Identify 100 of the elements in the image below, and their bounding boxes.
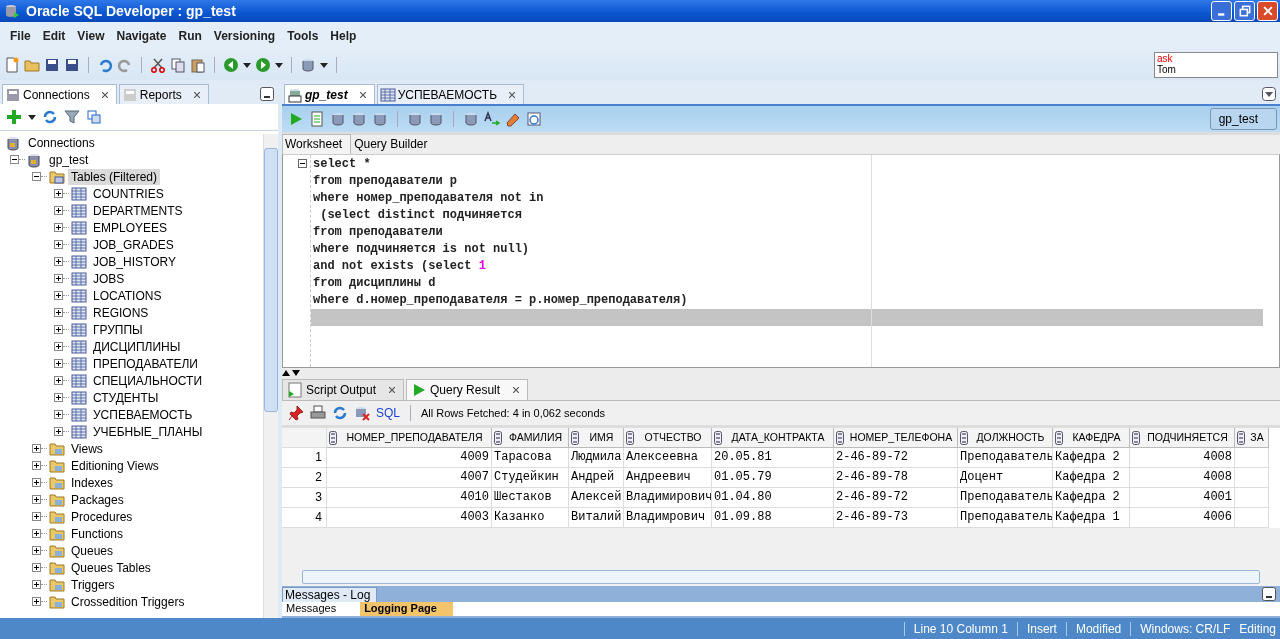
splitter-arrows-icon[interactable] — [282, 370, 302, 376]
print-icon[interactable] — [310, 405, 326, 421]
column-header[interactable]: КАФЕДРА — [1053, 428, 1130, 448]
result-tab[interactable]: Query Result — [406, 379, 529, 400]
expander-icon[interactable] — [54, 393, 63, 402]
sort-icon[interactable] — [626, 430, 634, 445]
add-icon[interactable] — [6, 109, 22, 125]
expander-icon[interactable] — [32, 461, 41, 470]
column-header[interactable]: ПОДЧИНЯЕТСЯ — [1130, 428, 1235, 448]
column-header[interactable]: ДАТА_КОНТРАКТА — [712, 428, 834, 448]
delete-icon[interactable] — [354, 405, 370, 421]
tree-item[interactable]: Editioning Views — [68, 457, 162, 474]
cut-icon[interactable] — [150, 57, 166, 73]
expander-icon[interactable] — [32, 172, 41, 181]
expander-icon[interactable] — [32, 546, 41, 555]
paste-icon[interactable] — [190, 57, 206, 73]
expander-icon[interactable] — [54, 342, 63, 351]
sort-icon[interactable] — [1132, 430, 1140, 445]
tree-item[interactable]: COUNTRIES — [90, 185, 167, 202]
tree-item[interactable]: Views — [68, 440, 106, 457]
expander-icon[interactable] — [32, 563, 41, 572]
text-case-icon[interactable] — [484, 111, 500, 127]
sort-icon[interactable] — [1237, 430, 1245, 445]
close-icon[interactable] — [509, 91, 516, 98]
tree-item[interactable]: Queues Tables — [68, 559, 154, 576]
sort-icon[interactable] — [1055, 430, 1063, 445]
dropdown-caret-icon[interactable] — [320, 62, 328, 68]
column-header[interactable]: ДОЛЖНОСТЬ — [958, 428, 1053, 448]
log-tab[interactable]: Messages — [282, 602, 361, 616]
expander-icon[interactable] — [54, 291, 63, 300]
save-all-icon[interactable] — [64, 57, 80, 73]
code-editor[interactable] — [282, 154, 1280, 368]
column-header[interactable]: НОМЕР_ТЕЛЕФОНА — [834, 428, 958, 448]
tree-item[interactable]: СПЕЦИАЛЬНОСТИ — [90, 372, 206, 389]
panel-tab[interactable]: Connections — [2, 84, 117, 104]
expander-icon[interactable] — [54, 359, 63, 368]
expander-icon[interactable] — [32, 597, 41, 606]
sort-icon[interactable] — [960, 430, 968, 445]
tree-item[interactable]: gp_test — [46, 151, 92, 168]
column-header[interactable]: ЗА — [1235, 428, 1269, 448]
tree-item[interactable]: ДИСЦИПЛИНЫ — [90, 338, 184, 355]
tree-item[interactable]: ГРУППЫ — [90, 321, 146, 338]
worksheet-tab[interactable]: Worksheet — [282, 134, 352, 154]
expander-icon[interactable] — [54, 427, 63, 436]
fold-icon[interactable] — [298, 159, 307, 168]
expander-icon[interactable] — [54, 189, 63, 198]
filter-icon[interactable] — [64, 109, 80, 125]
refresh-icon[interactable] — [332, 405, 348, 421]
history-icon[interactable] — [526, 111, 542, 127]
scrollbar[interactable] — [302, 570, 1260, 584]
expander-icon[interactable] — [32, 529, 41, 538]
run-script-icon[interactable] — [309, 111, 325, 127]
sql-link[interactable]: SQL — [376, 406, 400, 420]
save-icon[interactable] — [44, 57, 60, 73]
tree-item[interactable]: Procedures — [68, 508, 136, 525]
close-icon[interactable] — [193, 91, 200, 98]
tree-item[interactable]: JOBS — [90, 270, 128, 287]
sort-icon[interactable] — [329, 430, 337, 445]
tree-item[interactable]: ПРЕПОДАВАТЕЛИ — [90, 355, 201, 372]
expander-icon[interactable] — [54, 308, 63, 317]
tree-item[interactable]: DEPARTMENTS — [90, 202, 186, 219]
expander-icon[interactable] — [54, 410, 63, 419]
editor-tab[interactable]: gp_test — [284, 84, 375, 104]
menu-item[interactable]: Run — [172, 29, 208, 43]
undo-icon[interactable] — [97, 57, 113, 73]
menu-item[interactable]: Navigate — [110, 29, 173, 43]
tree-item[interactable]: LOCATIONS — [90, 287, 165, 304]
result-tab[interactable]: Script Output — [282, 379, 405, 400]
tree-item[interactable]: Triggers — [68, 576, 118, 593]
refresh-icon[interactable] — [42, 109, 58, 125]
schema-icon[interactable] — [86, 109, 102, 125]
expander-icon[interactable] — [10, 155, 19, 164]
dropdown-caret-icon[interactable] — [243, 62, 251, 68]
column-header[interactable]: ОТЧЕСТВО — [624, 428, 712, 448]
close-icon[interactable] — [389, 387, 396, 393]
column-header[interactable]: ИМЯ — [569, 428, 624, 448]
expander-icon[interactable] — [32, 580, 41, 589]
panel-tab[interactable]: Reports — [118, 84, 209, 104]
expander-icon[interactable] — [54, 274, 63, 283]
forward-icon[interactable] — [255, 57, 271, 73]
tree-item[interactable]: Indexes — [68, 474, 117, 491]
connection-selector[interactable]: gp_test — [1209, 108, 1277, 130]
log-tab[interactable]: Logging Page — [360, 602, 453, 616]
expander-icon[interactable] — [32, 444, 41, 453]
close-icon[interactable] — [513, 387, 520, 393]
menu-item[interactable]: Versioning — [207, 29, 282, 43]
menu-item[interactable]: File — [4, 29, 37, 43]
sort-icon[interactable] — [714, 430, 722, 445]
tree-item[interactable]: JOB_GRADES — [90, 236, 177, 253]
expander-icon[interactable] — [54, 206, 63, 215]
tree-item[interactable]: EMPLOYEES — [90, 219, 171, 236]
dropdown-caret-icon[interactable] — [28, 114, 36, 120]
expander-icon[interactable] — [54, 257, 63, 266]
scrollbar[interactable] — [263, 134, 278, 618]
expander-icon[interactable] — [54, 240, 63, 249]
column-header[interactable]: НОМЕР_ПРЕПОДАВАТЕЛЯ — [327, 428, 492, 448]
expander-icon[interactable] — [54, 376, 63, 385]
expander-icon[interactable] — [32, 495, 41, 504]
tree-item[interactable]: Queues — [68, 542, 117, 559]
tree-item[interactable]: Crossedition Triggers — [68, 593, 188, 610]
